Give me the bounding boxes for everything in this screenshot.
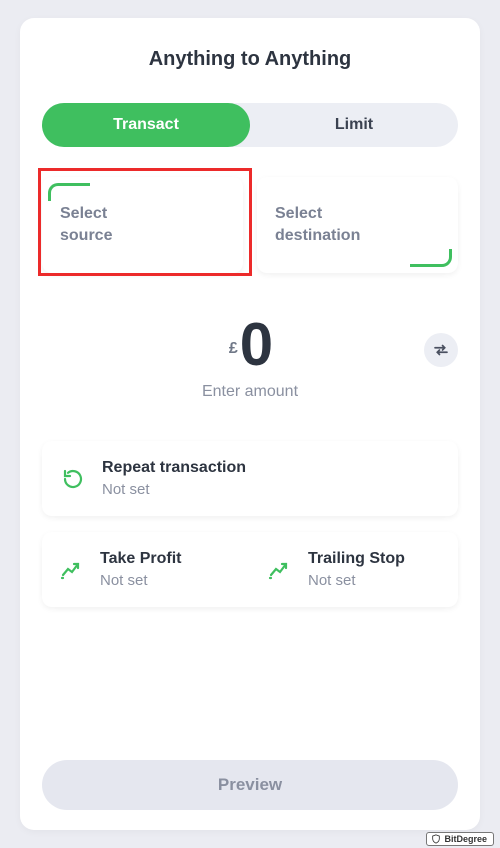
trailing-stop-sub: Not set: [308, 572, 405, 589]
watermark-text: BitDegree: [444, 834, 487, 844]
select-destination-button[interactable]: Select destination: [257, 177, 458, 273]
corner-accent-icon: [410, 249, 452, 267]
take-profit-icon: [56, 558, 86, 582]
currency-symbol: £: [229, 340, 238, 357]
take-profit-sub: Not set: [100, 572, 182, 589]
select-source-line1: Select: [60, 205, 107, 222]
repeat-icon: [58, 467, 88, 491]
page-title: Anything to Anything: [42, 48, 458, 71]
swap-button[interactable]: [424, 333, 458, 367]
take-profit-option[interactable]: Take Profit Not set: [42, 532, 250, 607]
repeat-text: Repeat transaction Not set: [102, 459, 246, 498]
select-destination-line2: destination: [275, 227, 360, 244]
repeat-title: Repeat transaction: [102, 459, 246, 477]
select-destination-line1: Select: [275, 205, 322, 222]
repeat-sub: Not set: [102, 481, 246, 498]
corner-accent-icon: [48, 183, 90, 201]
shield-icon: [431, 834, 441, 844]
asset-select-row: Select source Select destination: [42, 177, 458, 273]
take-profit-text: Take Profit Not set: [100, 550, 182, 589]
order-type-tabs: Transact Limit: [42, 103, 458, 147]
transact-card: Anything to Anything Transact Limit Sele…: [20, 18, 480, 830]
amount-display[interactable]: £0: [42, 315, 458, 375]
preview-button[interactable]: Preview: [42, 760, 458, 810]
swap-icon: [432, 341, 450, 359]
repeat-transaction-option[interactable]: Repeat transaction Not set: [42, 441, 458, 516]
trailing-stop-text: Trailing Stop Not set: [308, 550, 405, 589]
tab-transact[interactable]: Transact: [42, 103, 250, 147]
select-destination-label: Select destination: [275, 203, 440, 246]
take-profit-title: Take Profit: [100, 550, 182, 568]
amount-hint: Enter amount: [42, 383, 458, 401]
tab-limit[interactable]: Limit: [250, 103, 458, 147]
profit-stop-row: Take Profit Not set Trailing Stop Not se…: [42, 532, 458, 607]
watermark-badge: BitDegree: [426, 832, 494, 846]
trailing-stop-icon: [264, 558, 294, 582]
amount-area: £0 Enter amount: [42, 315, 458, 401]
trailing-stop-title: Trailing Stop: [308, 550, 405, 568]
select-source-line2: source: [60, 227, 112, 244]
select-source-label: Select source: [60, 203, 225, 246]
trailing-stop-option[interactable]: Trailing Stop Not set: [250, 532, 458, 607]
select-source-button[interactable]: Select source: [42, 177, 243, 273]
amount-value: 0: [240, 311, 271, 378]
